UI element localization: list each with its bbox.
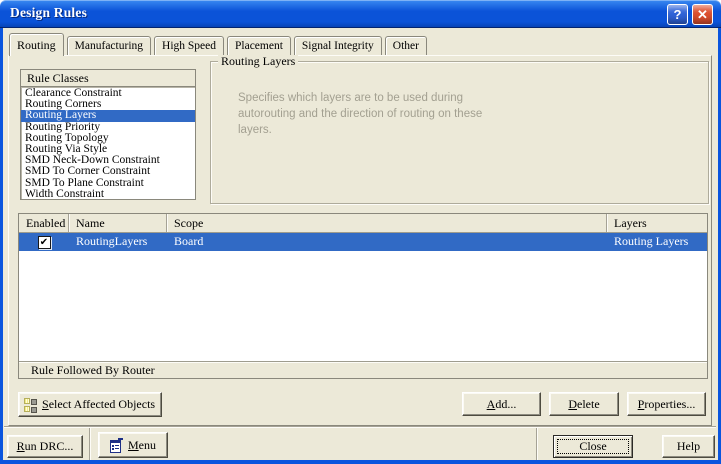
- tab[interactable]: Manufacturing: [67, 36, 151, 55]
- rule-class-item[interactable]: SMD To Corner Constraint: [21, 166, 195, 177]
- rule-class-item[interactable]: Width Constraint: [21, 189, 195, 200]
- close-button[interactable]: Close: [553, 435, 633, 458]
- menu-icon: [110, 438, 123, 453]
- dialog-body: RoutingManufacturingHigh SpeedPlacementS…: [0, 28, 721, 464]
- tab[interactable]: High Speed: [154, 36, 224, 55]
- help-button[interactable]: Help: [662, 435, 715, 458]
- enabled-checkbox[interactable]: ✔: [38, 236, 51, 249]
- tab[interactable]: Other: [385, 36, 427, 55]
- tab[interactable]: Routing: [9, 33, 64, 56]
- window-title: Design Rules: [10, 5, 87, 21]
- cell-scope: Board: [167, 233, 607, 251]
- column-header[interactable]: Layers: [607, 214, 707, 232]
- properties-button[interactable]: Properties...: [627, 392, 706, 416]
- tab[interactable]: Placement: [227, 36, 291, 55]
- design-rules-dialog: Design Rules ? ✕ RoutingManufacturingHig…: [0, 0, 721, 464]
- table-row[interactable]: ✔ RoutingLayers Board Routing Layers: [19, 233, 707, 251]
- routing-layers-groupbox: Routing Layers Specifies which layers ar…: [210, 61, 709, 204]
- tab[interactable]: Signal Integrity: [294, 36, 382, 55]
- cell-enabled: ✔: [19, 233, 69, 251]
- select-objects-icon: [24, 398, 37, 412]
- add-button[interactable]: Add...: [462, 392, 541, 416]
- column-header[interactable]: Scope: [167, 214, 607, 232]
- close-icon[interactable]: ✕: [692, 4, 713, 25]
- cell-name: RoutingLayers: [69, 233, 167, 251]
- rule-class-item[interactable]: Routing Layers: [21, 110, 195, 121]
- footer-separator: [4, 426, 716, 428]
- groupbox-title: Routing Layers: [218, 54, 298, 68]
- cell-layers: Routing Layers: [607, 233, 707, 251]
- delete-button[interactable]: Delete: [549, 392, 619, 416]
- help-icon[interactable]: ?: [667, 4, 688, 25]
- table-status-bar: Rule Followed By Router: [19, 361, 707, 378]
- tab-strip: RoutingManufacturingHigh SpeedPlacementS…: [9, 33, 427, 56]
- footer-divider-left: [89, 428, 91, 460]
- footer-divider-right: [536, 428, 538, 460]
- rule-description: Specifies which layers are to be used du…: [238, 90, 510, 138]
- menu-button[interactable]: Menu: [98, 432, 168, 458]
- rule-classes-header: Rule Classes: [20, 69, 196, 87]
- table-body: ✔ RoutingLayers Board Routing Layers: [19, 233, 707, 251]
- column-header[interactable]: Enabled: [19, 214, 69, 232]
- rule-classes-list: Clearance ConstraintRouting CornersRouti…: [20, 86, 196, 200]
- table-header: EnabledNameScopeLayers: [19, 214, 707, 233]
- select-affected-objects-button[interactable]: Select Affected Objects: [18, 392, 162, 417]
- titlebar[interactable]: Design Rules ? ✕: [0, 0, 721, 28]
- rules-table: EnabledNameScopeLayers ✔ RoutingLayers B…: [18, 213, 708, 379]
- run-drc-button[interactable]: Run DRC...: [7, 435, 83, 458]
- column-header[interactable]: Name: [69, 214, 167, 232]
